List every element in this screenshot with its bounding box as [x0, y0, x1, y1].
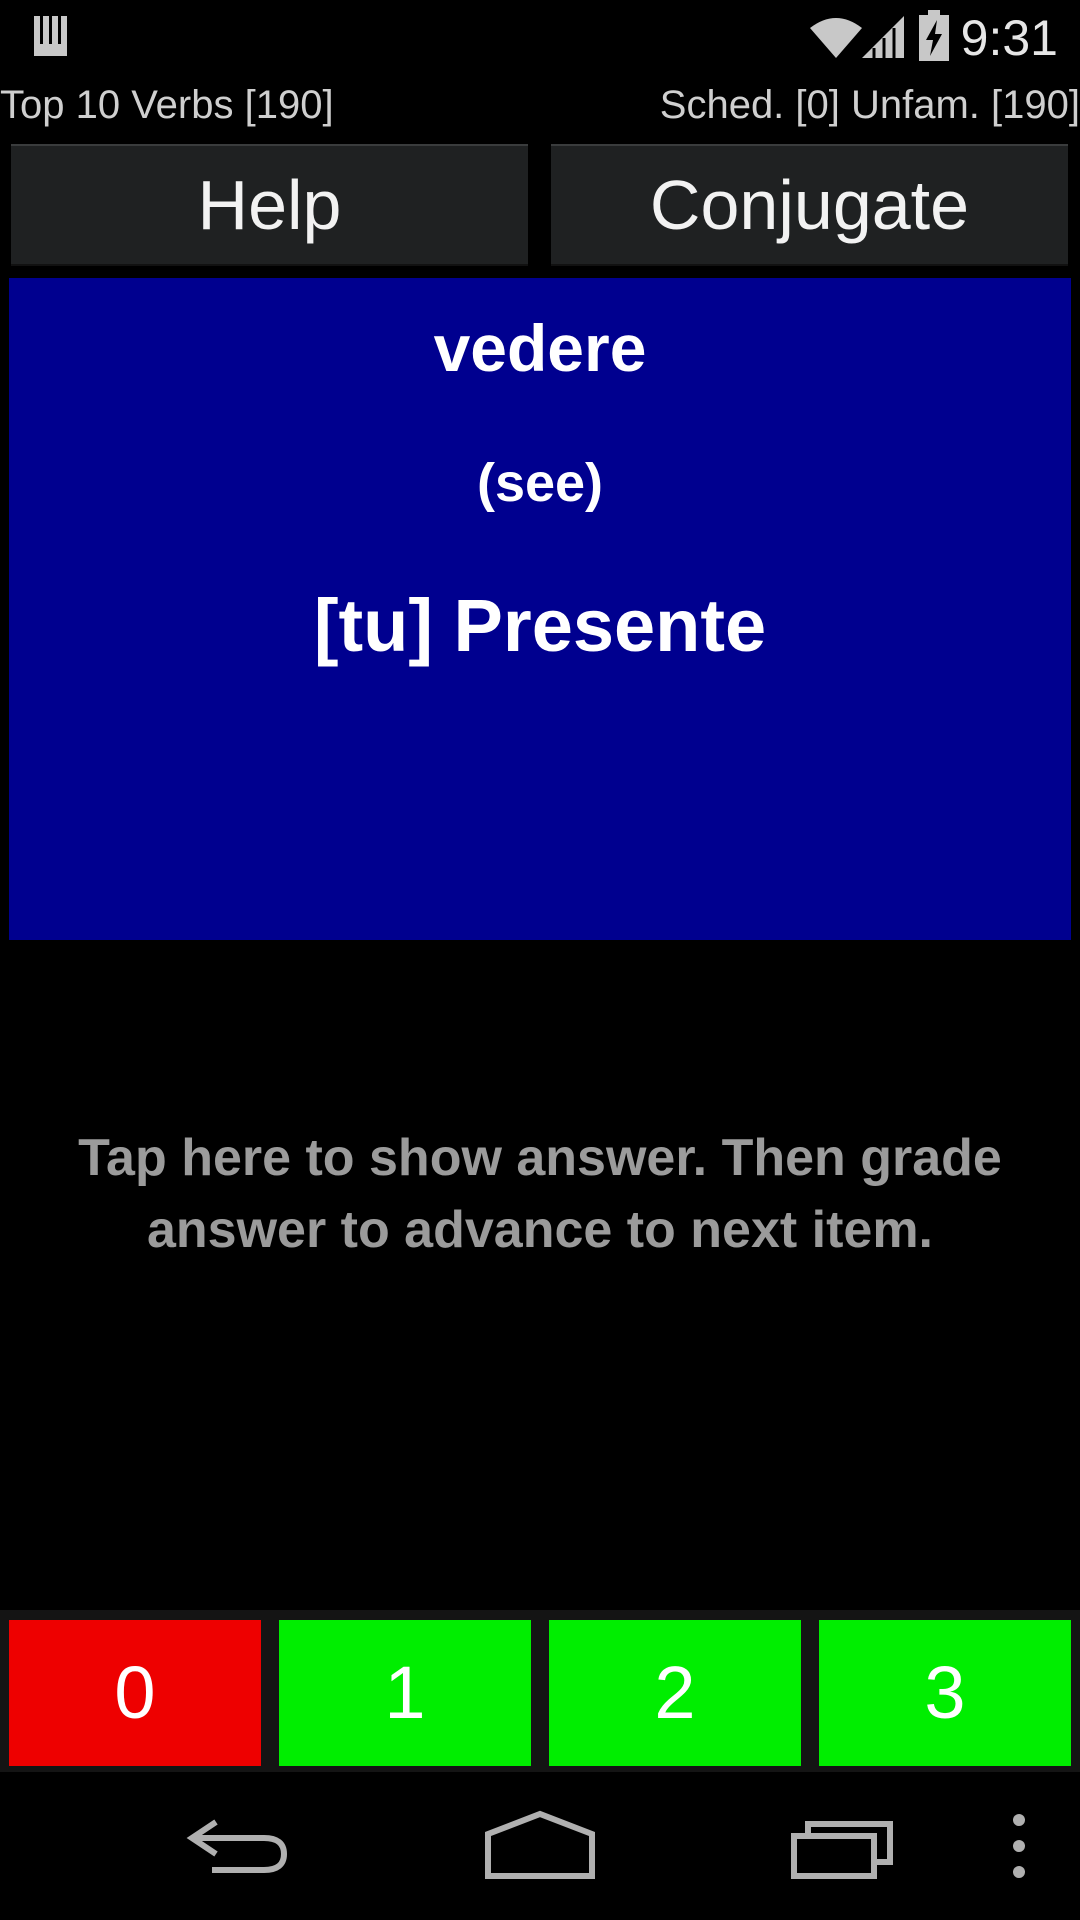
deck-stats: Sched. [0] Unfam. [190]	[659, 83, 1080, 127]
status-clock: 9:31	[960, 10, 1058, 66]
grade-button-row: 0 1 2 3	[0, 1610, 1080, 1772]
grade-3-button[interactable]: 3	[819, 1620, 1071, 1766]
battery-charging-icon	[919, 10, 949, 61]
home-icon[interactable]	[484, 1808, 596, 1884]
answer-hint: Tap here to show answer. Then grade answ…	[78, 1129, 1002, 1259]
grade-1-button[interactable]: 1	[279, 1620, 531, 1766]
wifi-icon	[810, 18, 862, 58]
grade-2-button[interactable]: 2	[549, 1620, 801, 1766]
status-bar: 9:31	[0, 0, 1080, 75]
signal-icon	[862, 16, 904, 58]
notification-icon	[34, 16, 67, 56]
card-prompt: [tu] Presente	[313, 584, 767, 667]
deck-info-bar: Top 10 Verbs [190] Sched. [0] Unfam. [19…	[0, 78, 1080, 132]
recents-icon[interactable]	[790, 1808, 896, 1884]
flashcard: vedere (see) [tu] Presente	[9, 278, 1071, 940]
grade-0-button[interactable]: 0	[9, 1620, 261, 1766]
conjugate-button[interactable]: Conjugate	[551, 144, 1068, 266]
show-answer-area[interactable]: Tap here to show answer. Then grade answ…	[0, 940, 1080, 1610]
deck-name: Top 10 Verbs [190]	[0, 83, 334, 127]
card-meaning: (see)	[476, 453, 604, 513]
navigation-bar	[0, 1772, 1080, 1920]
card-verb: vedere	[433, 311, 647, 385]
overflow-menu-icon[interactable]	[1004, 1808, 1034, 1884]
help-button[interactable]: Help	[11, 144, 528, 266]
back-icon[interactable]	[186, 1808, 290, 1884]
